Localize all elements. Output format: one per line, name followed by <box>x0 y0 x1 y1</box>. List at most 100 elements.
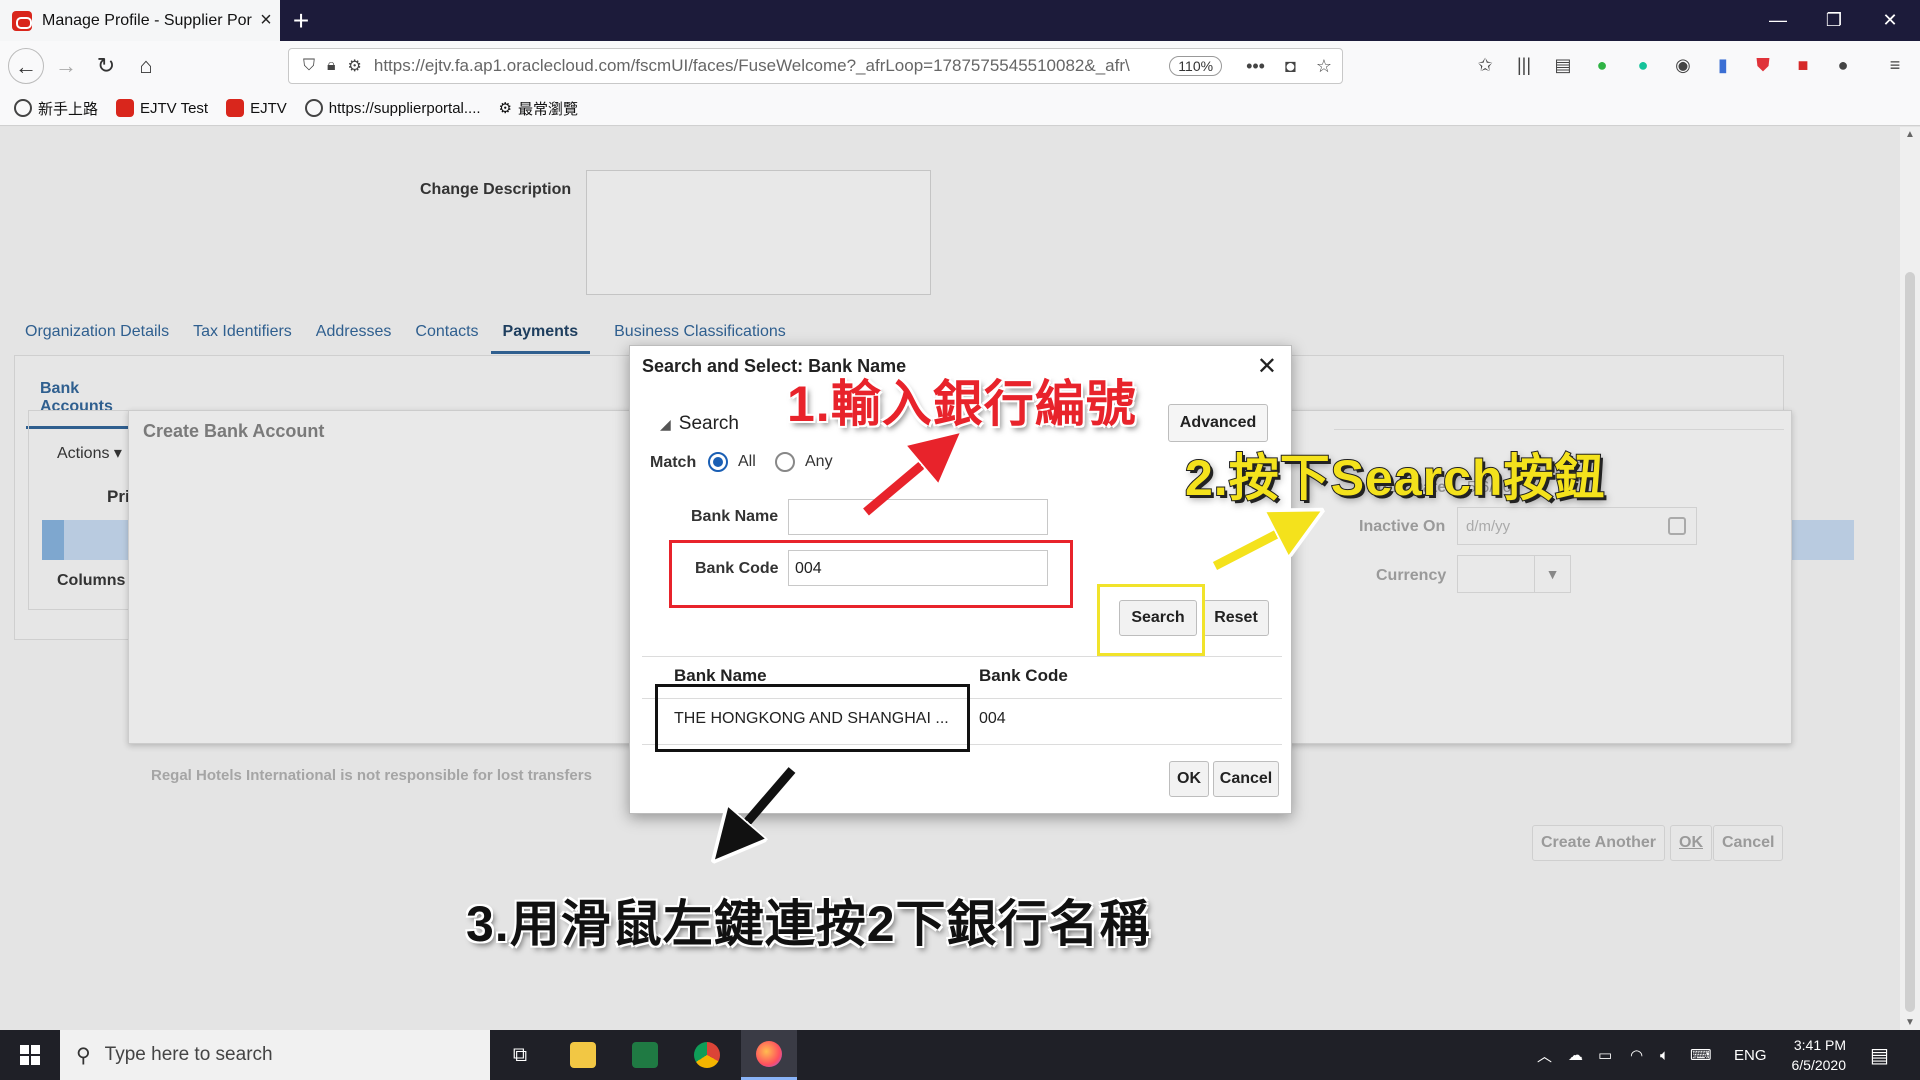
library-icon[interactable]: ||| <box>1511 55 1537 79</box>
disclaimer-text: Regal Hotels International is not respon… <box>151 767 592 784</box>
taskbar-search[interactable]: ⚲ Type here to search <box>60 1030 490 1080</box>
tab-payments[interactable]: Payments <box>490 323 591 354</box>
grammarly-icon[interactable]: ● <box>1630 55 1656 79</box>
results-header-bank-code[interactable]: Bank Code <box>979 666 1068 686</box>
file-explorer-icon[interactable] <box>555 1030 611 1080</box>
row-selector[interactable] <box>42 520 64 560</box>
browser-tab[interactable]: Manage Profile - Supplier Porta × <box>0 0 280 41</box>
match-all-radio[interactable]: All <box>708 452 756 472</box>
volume-icon[interactable]: 🔈︎ <box>1660 1030 1669 1080</box>
account-icon[interactable]: ◉ <box>1670 55 1696 79</box>
menu-icon[interactable]: ≡ <box>1882 55 1908 79</box>
annotation-box-search <box>1097 584 1205 656</box>
match-label: Match <box>650 454 697 471</box>
scrollbar-thumb[interactable] <box>1905 272 1915 1012</box>
search-section-toggle[interactable]: ◢ Search <box>660 413 739 435</box>
inactive-on-label: Inactive On <box>1359 518 1446 535</box>
extension-icon[interactable]: ● <box>1830 55 1856 79</box>
page-actions-icon[interactable]: ••• <box>1246 56 1265 77</box>
calendar-icon[interactable] <box>1668 517 1686 535</box>
bank-name-input[interactable] <box>788 499 1048 535</box>
advanced-button[interactable]: Advanced <box>1168 404 1268 442</box>
bookmark-item[interactable]: EJTV Test <box>116 99 208 117</box>
radio-selected-icon[interactable] <box>708 452 728 472</box>
currency-select[interactable]: ▼ <box>1457 555 1571 593</box>
bookmarks-toolbar: 新手上路 EJTV Test EJTV https://supplierport… <box>0 91 1920 126</box>
shield-icon[interactable]: ⛉ <box>303 57 315 75</box>
actions-menu[interactable]: Actions ▾ <box>57 443 122 463</box>
columns-label: Columns <box>57 572 126 589</box>
url-text[interactable]: https://ejtv.fa.ap1.oraclecloud.com/fscm… <box>374 56 1155 76</box>
gear-icon: ⚙ <box>498 100 512 117</box>
tab-title: Manage Profile - Supplier Porta <box>42 11 252 29</box>
onedrive-icon[interactable]: ☁ <box>1568 1030 1583 1080</box>
inactive-on-field[interactable]: d/m/yy <box>1457 507 1697 545</box>
pocket-icon[interactable]: ◘ <box>1285 56 1296 77</box>
notifications-icon[interactable]: ▤ <box>1870 1030 1889 1080</box>
minimize-button[interactable]: — <box>1750 0 1806 41</box>
task-view-icon[interactable]: ⧉ <box>492 1030 548 1080</box>
lock-icon[interactable]: 🔒︎ <box>327 57 336 75</box>
extension-check-icon[interactable]: ● <box>1589 55 1615 79</box>
ublock-icon[interactable]: ⛊ <box>1750 55 1776 79</box>
page-scrollbar[interactable]: ▲ ▼ <box>1900 127 1920 1030</box>
tab-contacts[interactable]: Contacts <box>415 323 478 354</box>
results-header-bank-name[interactable]: Bank Name <box>674 666 767 686</box>
create-another-button[interactable]: Create Another <box>1532 825 1665 861</box>
restore-button[interactable]: ❐ <box>1806 0 1862 41</box>
window-close-button[interactable]: ✕ <box>1862 0 1918 41</box>
windows-taskbar: ⚲ Type here to search ⧉ ︿ ☁ ▭ ◠ 🔈︎ ⌨ ENG… <box>0 1030 1920 1080</box>
chrome-icon[interactable] <box>679 1030 735 1080</box>
tab-addresses[interactable]: Addresses <box>316 323 392 354</box>
tab-organization-details[interactable]: Organization Details <box>25 323 169 354</box>
taskbar-search-placeholder: Type here to search <box>104 1044 273 1065</box>
browser-tab-strip: Manage Profile - Supplier Porta × + — ❐ … <box>0 0 1920 41</box>
address-bar[interactable]: ⛉ 🔒︎ ⚙ https://ejtv.fa.ap1.oraclecloud.c… <box>288 48 1343 84</box>
bookmark-item[interactable]: 新手上路 <box>14 98 98 119</box>
bookmark-extension-icon[interactable]: ▮ <box>1710 55 1736 79</box>
search-icon: ⚲ <box>76 1044 91 1067</box>
excel-icon[interactable] <box>617 1030 673 1080</box>
tab-close-icon[interactable]: × <box>252 9 280 32</box>
annotation-step3: 3.用滑鼠左鍵連按2下銀行名稱 <box>465 895 1151 953</box>
reload-icon[interactable]: ↻ <box>88 48 124 84</box>
close-icon[interactable]: ✕ <box>1257 352 1277 381</box>
oracle-icon <box>116 99 135 117</box>
bookmark-item[interactable]: ⚙ 最常瀏覽 <box>499 98 578 119</box>
back-icon[interactable]: ← <box>8 48 44 84</box>
firefox-icon[interactable] <box>741 1030 797 1080</box>
start-button[interactable] <box>0 1030 60 1080</box>
new-tab-button[interactable]: + <box>286 4 316 38</box>
language-indicator[interactable]: ENG <box>1734 1030 1767 1080</box>
match-any-radio[interactable]: Any <box>775 452 833 472</box>
scroll-down-icon[interactable]: ▼ <box>1900 1017 1920 1028</box>
tray-chevron-icon[interactable]: ︿ <box>1537 1030 1552 1080</box>
bookmark-star-icon[interactable]: ☆ <box>1316 56 1332 77</box>
wifi-icon[interactable]: ◠ <box>1630 1030 1643 1080</box>
dialog-cancel-button[interactable]: Cancel <box>1213 761 1279 797</box>
sidebar-icon[interactable]: ▤ <box>1550 55 1576 79</box>
reading-list-icon[interactable]: ✩ <box>1472 55 1498 79</box>
cba-cancel-button[interactable]: Cancel <box>1713 825 1784 861</box>
home-icon[interactable]: ⌂ <box>128 48 164 84</box>
bookmark-item[interactable]: EJTV <box>226 99 287 117</box>
keyboard-icon[interactable]: ⌨ <box>1690 1030 1712 1080</box>
annotation-step1: 1.輸入銀行編號 <box>786 375 1137 433</box>
change-description-textarea[interactable] <box>586 170 931 295</box>
permissions-icon[interactable]: ⚙ <box>348 56 362 76</box>
cba-ok-button[interactable]: OK <box>1670 825 1712 861</box>
radio-unselected-icon[interactable] <box>775 452 795 472</box>
chevron-down-icon[interactable]: ▼ <box>1534 556 1570 592</box>
tab-tax-identifiers[interactable]: Tax Identifiers <box>193 323 292 354</box>
bookmark-item[interactable]: https://supplierportal.... <box>304 99 481 117</box>
dialog-ok-button[interactable]: OK <box>1169 761 1209 797</box>
battery-icon[interactable]: ▭ <box>1598 1030 1612 1080</box>
clock[interactable]: 3:41 PM 6/5/2020 <box>1768 1035 1847 1075</box>
scroll-up-icon[interactable]: ▲ <box>1900 129 1920 140</box>
pdf-extension-icon[interactable]: ■ <box>1790 55 1816 79</box>
reset-button[interactable]: Reset <box>1203 600 1269 636</box>
collapse-triangle-icon[interactable]: ◢ <box>660 416 671 432</box>
zoom-level-badge[interactable]: 110% <box>1169 56 1223 76</box>
forward-icon[interactable]: → <box>48 48 84 84</box>
result-bank-code[interactable]: 004 <box>979 710 1006 728</box>
